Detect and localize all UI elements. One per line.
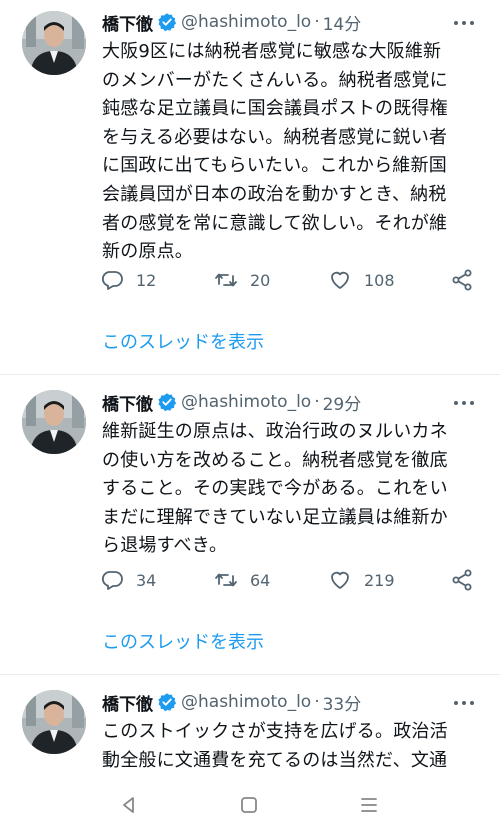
show-thread-link[interactable]: このスレッドを表示 bbox=[102, 628, 264, 654]
recents-lines-icon[interactable] bbox=[356, 792, 382, 818]
author-handle[interactable]: @hashimoto_lo bbox=[181, 692, 311, 712]
home-square-icon[interactable] bbox=[236, 792, 262, 818]
separator-dot: · bbox=[314, 392, 320, 412]
tweet-text: 大阪9区には納税者感覚に敏感な大阪維新 のメンバーがたくさんいる。納税者感覚に … bbox=[102, 41, 448, 263]
tweet-text: 維新誕生の原点は、政治行政のヌルいカネ の使い方を改めること。納税者感覚を徹底 … bbox=[102, 421, 448, 557]
divider bbox=[0, 374, 500, 375]
system-navigation-bar bbox=[0, 778, 500, 833]
like-button[interactable]: 108 bbox=[328, 266, 395, 294]
retweet-button[interactable]: 64 bbox=[214, 566, 270, 594]
separator-dot: · bbox=[314, 692, 320, 712]
tweet-time[interactable]: 33分 bbox=[323, 690, 362, 715]
reply-button[interactable]: 12 bbox=[100, 266, 156, 294]
more-dots-icon[interactable] bbox=[450, 393, 478, 413]
retweet-icon bbox=[215, 273, 237, 287]
avatar-photo-icon bbox=[22, 690, 86, 754]
back-triangle-icon[interactable] bbox=[116, 792, 142, 818]
author-handle[interactable]: @hashimoto_lo bbox=[181, 392, 311, 412]
tweet-text: このストイックさが支持を広げる。政治活 動全般に文通費を充てるのは当然だ、文通 bbox=[102, 721, 448, 771]
like-button[interactable]: 219 bbox=[328, 566, 395, 594]
like-count: 219 bbox=[364, 570, 395, 590]
separator-dot: · bbox=[314, 12, 320, 32]
tweet-actions: 34 64 219 bbox=[100, 566, 480, 594]
share-icon bbox=[452, 569, 472, 591]
heart-icon bbox=[331, 271, 349, 289]
retweet-icon bbox=[215, 573, 237, 587]
verified-badge-icon bbox=[158, 693, 177, 712]
reply-icon bbox=[101, 571, 123, 590]
show-thread-link[interactable]: このスレッドを表示 bbox=[102, 328, 264, 354]
share-button[interactable] bbox=[450, 268, 474, 296]
avatar-photo-icon bbox=[22, 11, 86, 75]
share-icon bbox=[452, 269, 472, 291]
reply-button[interactable]: 34 bbox=[100, 566, 156, 594]
share-button[interactable] bbox=[450, 568, 474, 596]
avatar[interactable] bbox=[22, 390, 86, 454]
tweet-header: 橋下徹 @hashimoto_lo · 33分 bbox=[102, 690, 362, 715]
verified-badge-icon bbox=[158, 393, 177, 412]
reply-icon bbox=[101, 271, 123, 290]
tweet-actions: 12 20 108 bbox=[100, 266, 480, 294]
retweet-count: 64 bbox=[250, 570, 271, 590]
retweet-count: 20 bbox=[250, 270, 271, 290]
retweet-button[interactable]: 20 bbox=[214, 266, 270, 294]
avatar[interactable] bbox=[22, 11, 86, 75]
reply-count: 34 bbox=[136, 570, 157, 590]
author-name[interactable]: 橋下徹 bbox=[102, 390, 153, 415]
like-count: 108 bbox=[364, 270, 395, 290]
avatar[interactable] bbox=[22, 690, 86, 754]
tweet-header: 橋下徹 @hashimoto_lo · 14分 bbox=[102, 10, 362, 35]
divider bbox=[0, 674, 500, 675]
tweet-time[interactable]: 29分 bbox=[323, 390, 362, 415]
author-name[interactable]: 橋下徹 bbox=[102, 10, 153, 35]
author-handle[interactable]: @hashimoto_lo bbox=[181, 12, 311, 32]
heart-icon bbox=[331, 571, 349, 589]
author-name[interactable]: 橋下徹 bbox=[102, 690, 153, 715]
reply-count: 12 bbox=[136, 270, 157, 290]
more-dots-icon[interactable] bbox=[450, 13, 478, 33]
more-dots-icon[interactable] bbox=[450, 693, 478, 713]
tweet-header: 橋下徹 @hashimoto_lo · 29分 bbox=[102, 390, 362, 415]
avatar-photo-icon bbox=[22, 390, 86, 454]
tweet-time[interactable]: 14分 bbox=[323, 10, 362, 35]
verified-badge-icon bbox=[158, 13, 177, 32]
